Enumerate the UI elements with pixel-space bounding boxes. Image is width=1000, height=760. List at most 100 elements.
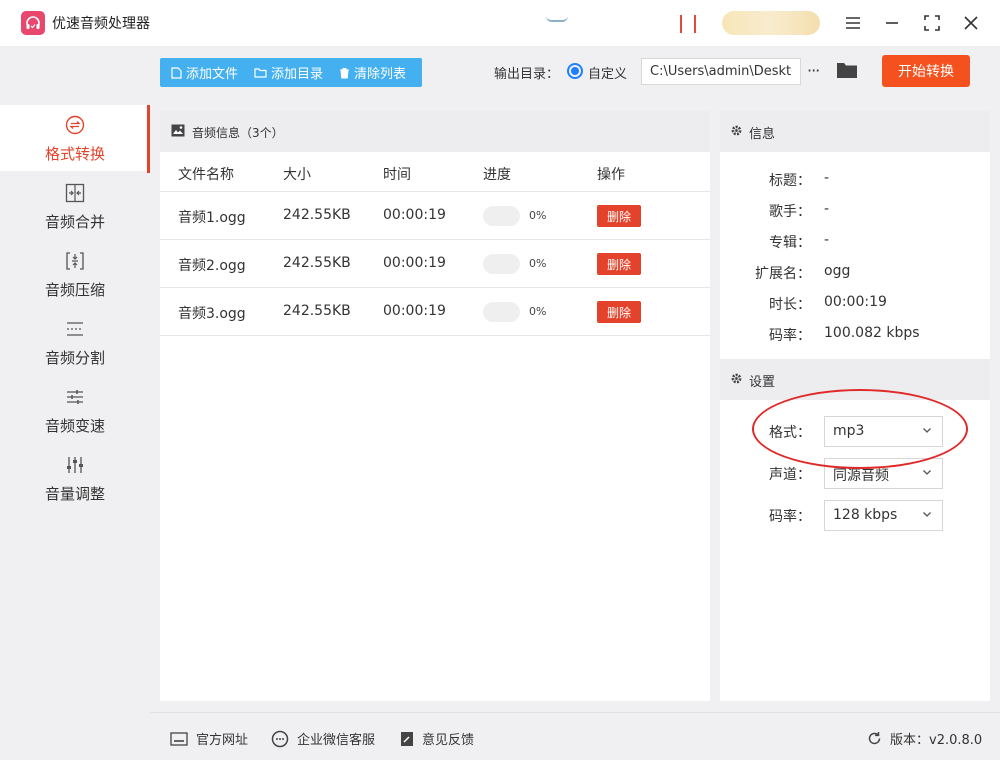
- file-name-cell: 音频1.ogg: [178, 210, 246, 226]
- sidebar-item-speed[interactable]: 音频变速: [0, 377, 150, 443]
- title-bar: 优速音频处理器: [0, 0, 1000, 46]
- progress-percent: 0%: [529, 305, 547, 318]
- sidebar-item-label: 音频变速: [44, 417, 105, 435]
- file-size-cell: 242.55KB: [283, 207, 351, 223]
- sidebar-item-label: 音频合并: [44, 213, 105, 231]
- volume-adjust-icon: [65, 455, 85, 475]
- minimize-icon[interactable]: [879, 10, 905, 36]
- channel-label: 声道：: [769, 467, 811, 483]
- custom-dir-label: 自定义: [588, 67, 628, 82]
- info-label-album: 专辑：: [769, 235, 811, 251]
- table-header: 文件名称 大小 时间 进度 操作: [160, 152, 710, 192]
- sidebar-item-label: 音频分割: [44, 349, 105, 367]
- tray-decoration: [546, 16, 568, 22]
- file-size-cell: 242.55KB: [283, 255, 351, 271]
- add-file-button[interactable]: 添加文件: [171, 63, 238, 82]
- info-value-extension: ogg: [824, 263, 851, 279]
- tray-decoration: [680, 15, 696, 33]
- info-value-title: -: [824, 170, 830, 186]
- refresh-icon: [868, 732, 881, 745]
- gear-icon: [731, 373, 742, 384]
- wechat-support-link[interactable]: 企业微信客服: [271, 729, 375, 748]
- version-info[interactable]: 版本：v2.0.8.0: [867, 729, 982, 748]
- sidebar-item-split[interactable]: 音频分割: [0, 309, 150, 375]
- panel-title: 音频信息（3个）: [192, 126, 284, 140]
- close-icon[interactable]: [958, 10, 984, 36]
- compress-icon: [65, 251, 85, 271]
- format-convert-icon: [65, 115, 85, 135]
- clear-list-label: 清除列表: [354, 67, 407, 82]
- hamburger-menu-icon[interactable]: [840, 10, 866, 36]
- file-toolbar: 添加文件 添加目录 清除列表: [160, 58, 422, 87]
- sidebar: 格式转换 音频合并 音频压缩 音频分割 音频变速 音量调整: [0, 46, 150, 760]
- file-time-cell: 00:00:19: [383, 207, 446, 223]
- website-icon: [170, 731, 188, 746]
- info-label-duration: 时长：: [769, 297, 811, 313]
- headphones-icon: [21, 11, 45, 35]
- chevron-down-icon: [923, 512, 931, 517]
- panel-header: 音频信息（3个）: [160, 111, 710, 152]
- bitrate-select[interactable]: 128 kbps: [824, 500, 943, 531]
- settings-title: 设置: [749, 375, 776, 390]
- progress-percent: 0%: [529, 209, 547, 222]
- speed-icon: [65, 387, 85, 407]
- start-convert-button[interactable]: 开始转换: [882, 55, 970, 87]
- merge-icon: [65, 183, 85, 203]
- sidebar-item-merge[interactable]: 音频合并: [0, 173, 150, 239]
- wechat-support-label: 企业微信客服: [297, 733, 376, 748]
- gear-icon: [731, 125, 742, 136]
- split-icon: [65, 319, 85, 339]
- column-header-time: 时间: [383, 167, 411, 183]
- table-row[interactable]: 音频2.ogg 242.55KB 00:00:19 0% 删除: [160, 240, 710, 288]
- info-value-bitrate: 100.082 kbps: [824, 325, 920, 341]
- feedback-label: 意见反馈: [422, 733, 475, 748]
- app-title: 优速音频处理器: [52, 16, 150, 32]
- open-folder-icon[interactable]: [836, 61, 858, 83]
- website-link[interactable]: 官方网址: [170, 729, 248, 748]
- file-time-cell: 00:00:19: [383, 303, 446, 319]
- progress-bar: [483, 302, 520, 322]
- column-header-size: 大小: [283, 167, 311, 183]
- trash-icon: [340, 67, 350, 78]
- add-folder-button[interactable]: 添加目录: [254, 63, 323, 82]
- chat-icon: [271, 730, 289, 747]
- file-icon: [171, 66, 182, 79]
- more-options-button[interactable]: ···: [807, 61, 820, 80]
- highlight-ellipse: [752, 389, 968, 469]
- info-settings-panel: 信息 标题： - 歌手： - 专辑： - 扩展名： ogg 时长： 00:00:…: [720, 111, 990, 701]
- bitrate-label: 码率：: [769, 509, 811, 525]
- audio-file-panel: 音频信息（3个） 文件名称 大小 时间 进度 操作 音频1.ogg 242.55…: [160, 111, 710, 701]
- table-row[interactable]: 音频3.ogg 242.55KB 00:00:19 0% 删除: [160, 288, 710, 336]
- chevron-down-icon: [923, 470, 931, 475]
- table-row[interactable]: 音频1.ogg 242.55KB 00:00:19 0% 删除: [160, 192, 710, 240]
- clear-list-button[interactable]: 清除列表: [339, 63, 406, 82]
- sidebar-item-volume[interactable]: 音量调整: [0, 445, 150, 511]
- maximize-icon[interactable]: [919, 10, 945, 36]
- version-label: 版本：v2.0.8.0: [890, 733, 983, 748]
- progress-percent: 0%: [529, 257, 547, 270]
- info-value-album: -: [824, 232, 830, 248]
- info-label-extension: 扩展名：: [755, 266, 811, 282]
- add-file-label: 添加文件: [186, 67, 239, 82]
- info-title: 信息: [749, 127, 776, 142]
- info-label-bitrate: 码率：: [769, 328, 811, 344]
- sidebar-item-format-convert[interactable]: 格式转换: [0, 105, 150, 173]
- info-label-artist: 歌手：: [769, 204, 811, 220]
- delete-button[interactable]: 删除: [597, 253, 641, 275]
- custom-dir-radio[interactable]: [567, 63, 583, 79]
- output-path-input[interactable]: [641, 58, 801, 85]
- info-label-title: 标题：: [769, 173, 811, 189]
- delete-button[interactable]: 删除: [597, 301, 641, 323]
- output-dir-label: 输出目录：: [494, 67, 560, 82]
- progress-bar: [483, 206, 520, 226]
- progress-bar: [483, 254, 520, 274]
- info-value-artist: -: [824, 201, 830, 217]
- bitrate-value: 128 kbps: [833, 507, 898, 523]
- promo-badge[interactable]: [722, 11, 820, 35]
- feedback-link[interactable]: 意见反馈: [400, 729, 474, 748]
- file-time-cell: 00:00:19: [383, 255, 446, 271]
- delete-button[interactable]: 删除: [597, 205, 641, 227]
- column-header-action: 操作: [597, 167, 625, 183]
- info-value-duration: 00:00:19: [824, 294, 887, 310]
- sidebar-item-compress[interactable]: 音频压缩: [0, 241, 150, 307]
